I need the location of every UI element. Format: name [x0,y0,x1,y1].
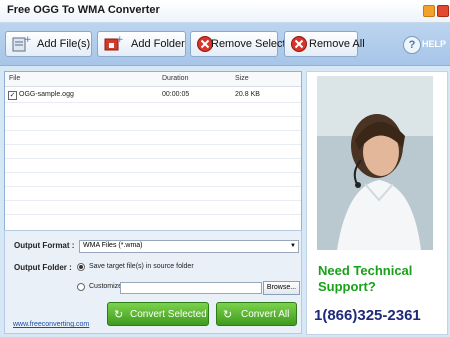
refresh-icon: ↻ [114,309,124,321]
help-label[interactable]: HELP [422,39,446,49]
ad-headline: Need Technical Support? [318,263,412,295]
ad-line-2: Support? [318,279,376,294]
radio-source-label: Save target file(s) in source folder [89,263,194,270]
support-ad[interactable]: Need Technical Support? 1(866)325-2361 [306,71,448,335]
file-list-header: File Duration Size [5,72,301,87]
ad-line-1: Need Technical [318,263,413,278]
row-file: OGG-sample.ogg [19,91,74,98]
add-folder-label: Add Folder [131,38,185,50]
support-agent-photo [317,76,433,250]
browse-button[interactable]: Browse... [263,281,300,295]
convert-all-button[interactable]: ↻ Convert All [216,302,297,326]
add-folder-button[interactable]: + Add Folder [97,31,186,57]
output-panel: Output Format : WMA Files (*.wma) ▼ Outp… [4,230,302,334]
remove-all-icon [291,36,307,52]
radio-source-folder[interactable] [77,263,85,271]
add-folder-icon: + [104,35,123,51]
column-size[interactable]: Size [235,75,249,82]
custom-folder-input[interactable] [120,282,262,294]
convert-selected-label: Convert Selected [130,309,207,320]
add-files-label: Add File(s) [37,38,91,50]
file-list[interactable]: File Duration Size ✓ OGG-sample.ogg 00:0… [4,71,302,231]
output-format-value: WMA Files (*.wma) [83,242,143,249]
column-duration[interactable]: Duration [162,75,188,82]
output-format-select[interactable]: WMA Files (*.wma) ▼ [79,240,299,253]
svg-text:+: + [24,35,31,45]
radio-customize[interactable] [77,283,85,291]
row-duration: 00:00:05 [162,91,190,98]
toolbar: + Add File(s) + Add Folder Remove Select… [0,23,450,66]
website-link[interactable]: www.freeconverting.com [13,321,89,328]
refresh-icon: ↻ [223,309,233,321]
row-checkbox[interactable]: ✓ [8,91,17,100]
add-files-button[interactable]: + Add File(s) [5,31,92,57]
table-row[interactable]: ✓ OGG-sample.ogg 00:00:05 20.8 KB [5,88,301,102]
window-title: Free OGG To WMA Converter [7,4,160,16]
chevron-down-icon: ▼ [290,243,296,249]
minimize-button[interactable] [423,5,435,17]
remove-all-button[interactable]: Remove All [284,31,365,57]
add-file-icon: + [12,35,31,52]
remove-all-label: Remove All [309,38,365,50]
ad-phone-number[interactable]: 1(866)325-2361 [314,307,421,324]
remove-selected-button[interactable]: Remove Selected [190,31,298,57]
column-file[interactable]: File [9,75,20,82]
output-folder-label: Output Folder : [14,263,72,272]
convert-all-label: Convert All [241,309,290,320]
convert-selected-button[interactable]: ↻ Convert Selected [107,302,209,326]
close-button[interactable] [437,5,449,17]
row-size: 20.8 KB [235,91,260,98]
svg-text:+: + [116,35,123,45]
output-format-label: Output Format : [14,241,75,250]
title-bar: Free OGG To WMA Converter [0,0,450,23]
help-icon[interactable]: ? [403,36,421,54]
